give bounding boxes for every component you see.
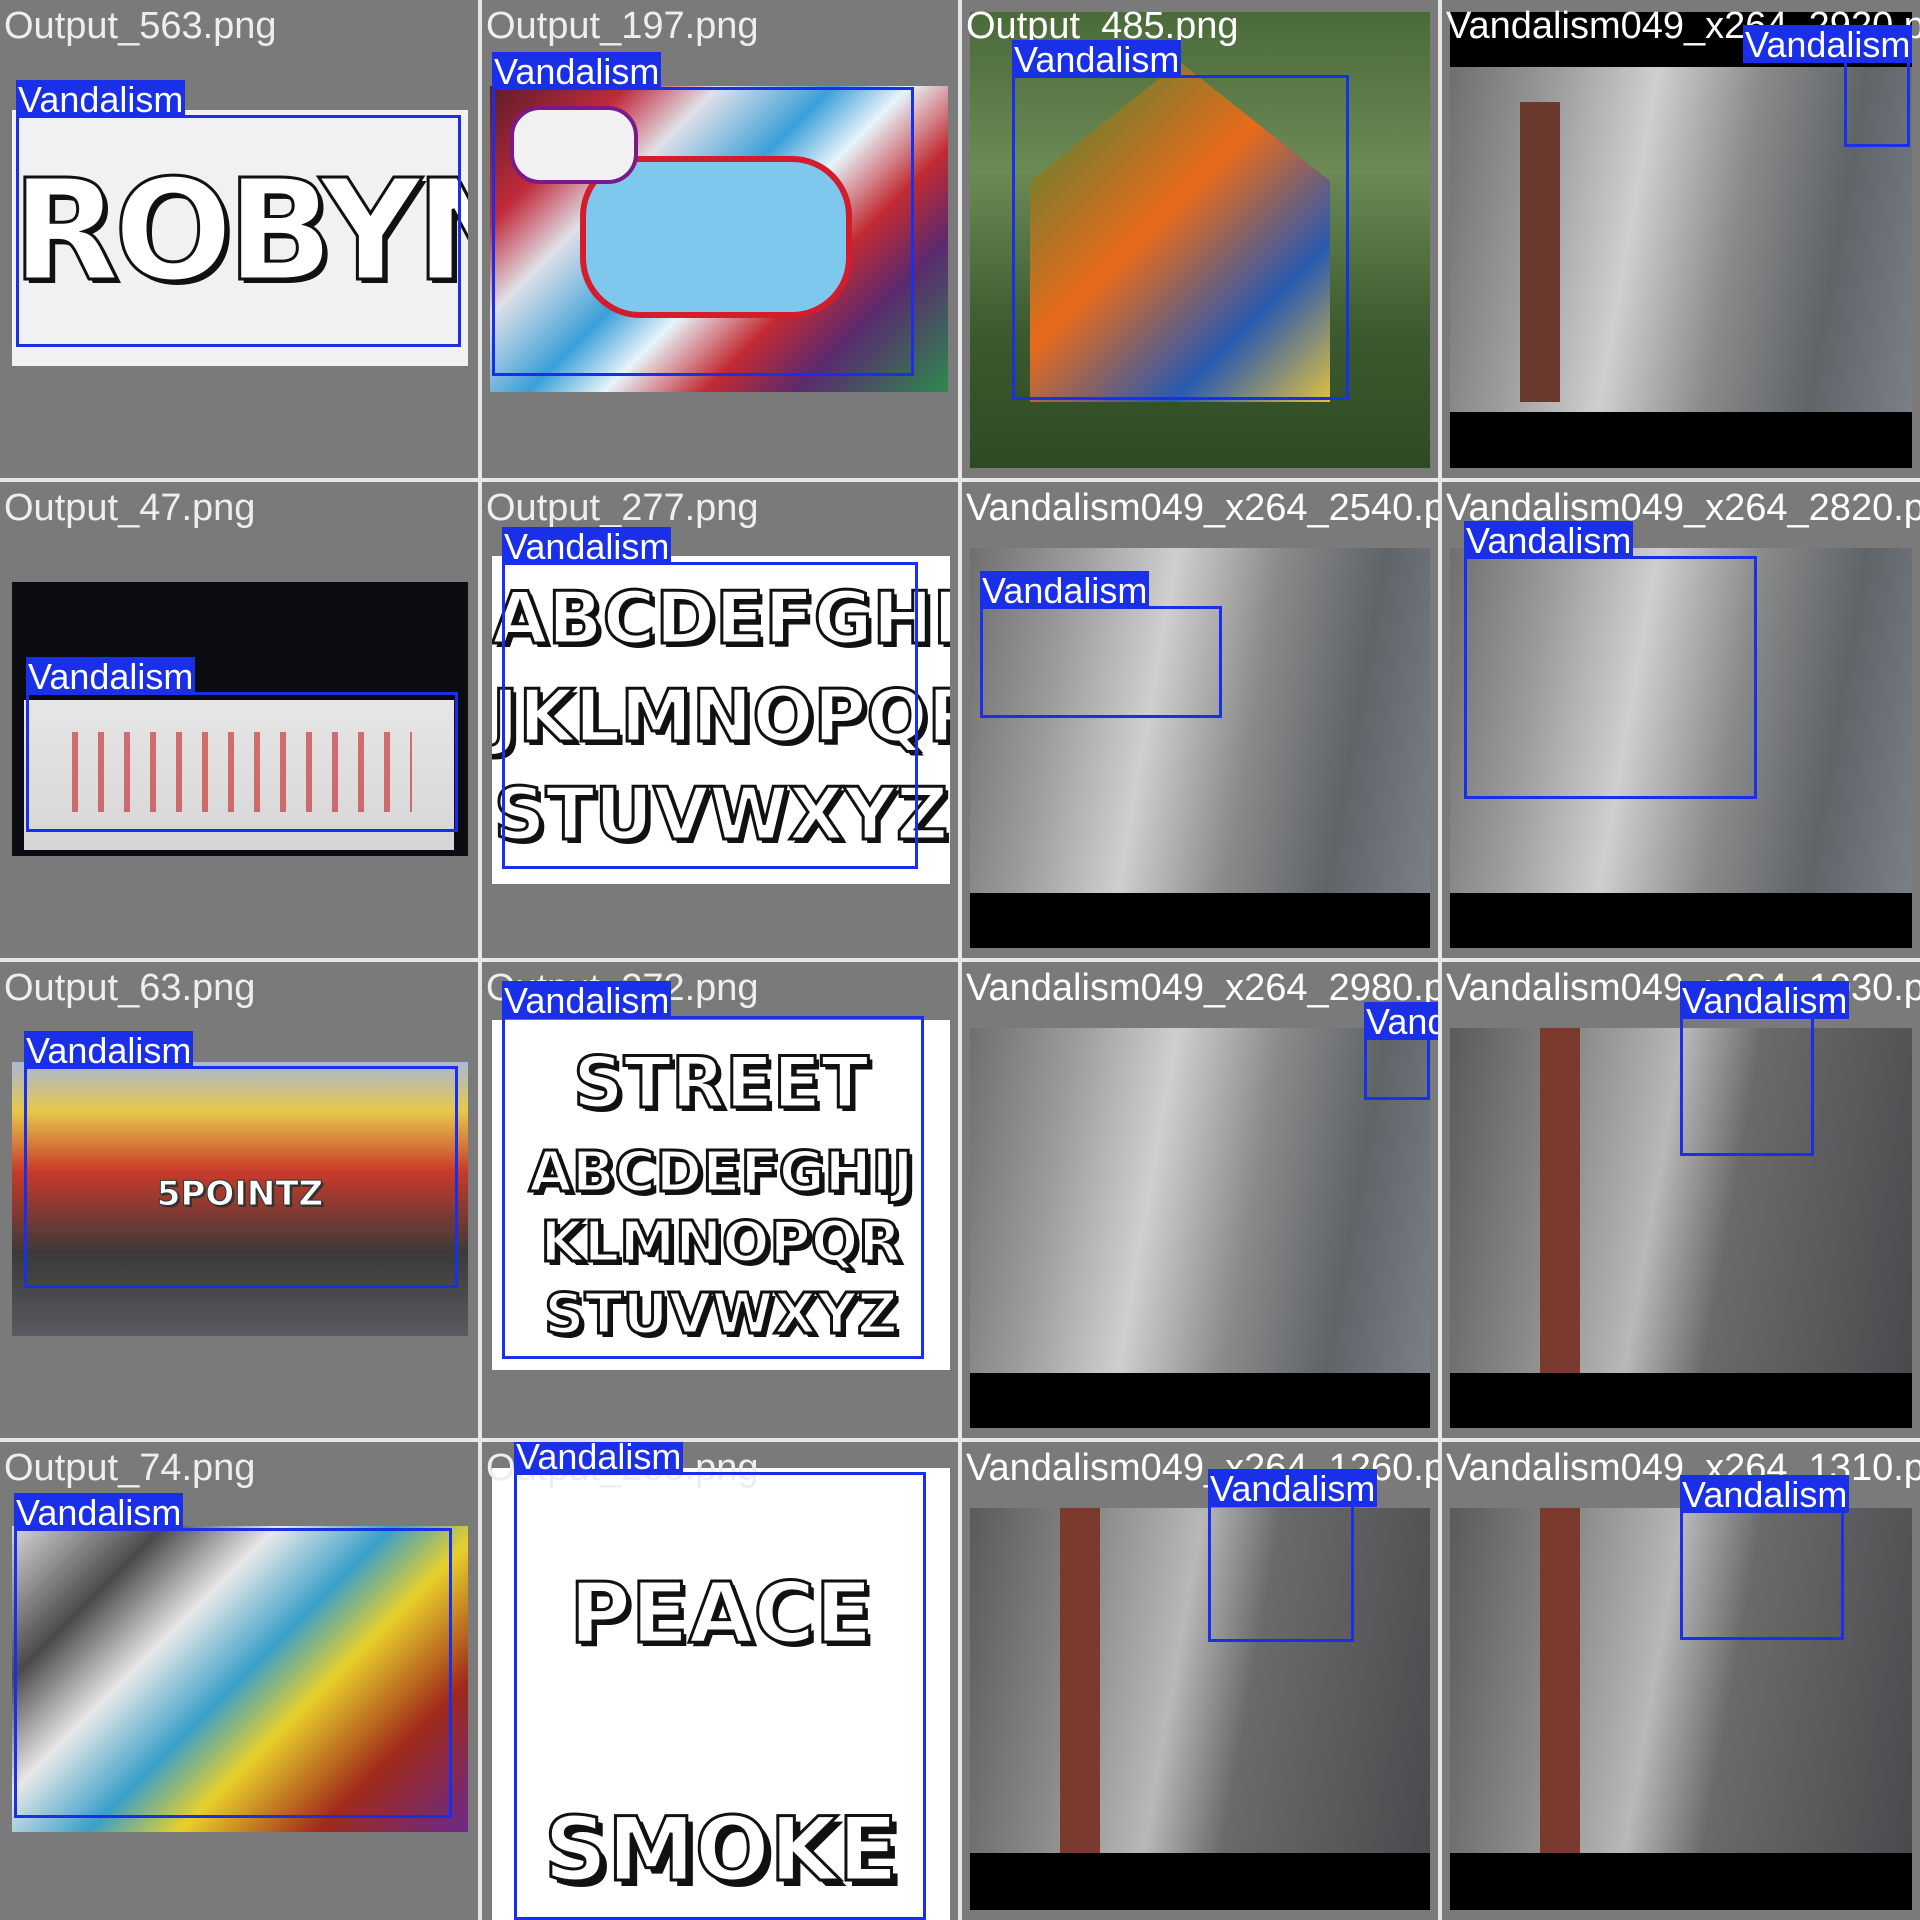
detection-box: Vandalism [1680, 1475, 1850, 1640]
detection-label: Vandalism [502, 526, 672, 567]
grid-cell: Output_47.png Vandalism [0, 482, 478, 958]
grid-cell: STREET ABCDEFGHIJ KLMNOPQR STUVWXYZ Outp… [482, 962, 958, 1438]
detection-box: Vandalism [1364, 1002, 1438, 1100]
detection-box: Vandalism [26, 657, 458, 832]
filename-label: Output_563.png [4, 5, 277, 47]
detection-label: Vandalism [492, 51, 662, 92]
grid-cell: ABCDEFGHI JKLMNOPQR STUVWXYZ Output_277.… [482, 482, 958, 958]
grid-cell: Output_74.png Vandalism [0, 1442, 478, 1920]
grid-cell: Vandalism049_x264_1260.png Vandalism [962, 1442, 1438, 1920]
detection-label: Vandalism [1680, 1474, 1850, 1515]
detection-label: Vandalism [980, 570, 1150, 611]
grid-cell: ROBYN Output_563.png Vandalism [0, 0, 478, 478]
detection-box: Vandalism [980, 571, 1222, 718]
grid-cell: Vandalism049_x264_2540.png Vandalism [962, 482, 1438, 958]
detection-label: Vandalism [16, 79, 186, 120]
detection-box: Vandalism [492, 52, 914, 376]
grid-cell: Output_197.png Vandalism [482, 0, 958, 478]
detection-label: Vandalism [1464, 520, 1634, 561]
detection-box: Vandalism [1012, 40, 1349, 400]
thumbnail-image [1450, 12, 1912, 468]
filename-label: Output_63.png [4, 967, 256, 1009]
filename-label: Output_74.png [4, 1447, 256, 1489]
detection-box: Vandalism [1464, 521, 1757, 799]
detection-box: Vandalism [24, 1031, 458, 1288]
grid-cell: PEACE SMOKE Output_260.png Vandalism [482, 1442, 958, 1920]
detection-box: Vandalism [1680, 981, 1850, 1156]
detection-label: Vandalism [1680, 980, 1850, 1021]
detection-label: Vandalism [1208, 1468, 1378, 1509]
thumbnail-image [970, 1508, 1430, 1910]
detection-box: Vandalism [502, 981, 924, 1359]
detection-label: Vandalism [24, 1030, 194, 1071]
detection-label: Vandalism [1364, 1002, 1438, 1042]
filename-label: Vandalism049_x264_2540.png [966, 487, 1438, 529]
detection-label: Vandalism [1743, 24, 1913, 65]
grid-cell: Vandalism049_x264_2980.png Vandalism [962, 962, 1438, 1438]
thumbnail-image [970, 1028, 1430, 1428]
filename-label: Output_197.png [486, 5, 759, 47]
grid-cell: Output_485.png Vandalism [962, 0, 1438, 478]
detection-box: Vandalism [1743, 25, 1913, 147]
filename-label: Output_47.png [4, 487, 256, 529]
detection-label: Vandalism [14, 1492, 184, 1533]
detection-box: Vandalism [514, 1442, 926, 1920]
detection-box: Vandalism [502, 527, 918, 869]
detection-grid: ROBYN Output_563.png Vandalism Output_19… [0, 0, 1920, 1920]
detection-box: Vandalism [1208, 1469, 1378, 1642]
detection-label: Vandalism [26, 656, 196, 697]
grid-cell: Vandalism049_x264_2820.png Vandalism [1442, 482, 1920, 958]
grid-cell: 5POINTZ Output_63.png Vandalism [0, 962, 478, 1438]
detection-label: Vandalism [502, 980, 672, 1021]
filename-label: Output_277.png [486, 487, 759, 529]
detection-label: Vandalism [1012, 39, 1182, 80]
detection-label: Vandalism [514, 1442, 684, 1477]
grid-cell: Vandalism049_x264_2920.png Vandalism [1442, 0, 1920, 478]
grid-cell: Vandalism049_x264_1030.png Vandalism [1442, 962, 1920, 1438]
detection-box: Vandalism [14, 1493, 452, 1818]
detection-box: Vandalism [16, 80, 461, 347]
grid-cell: Vandalism049_x264_1310.png Vandalism [1442, 1442, 1920, 1920]
